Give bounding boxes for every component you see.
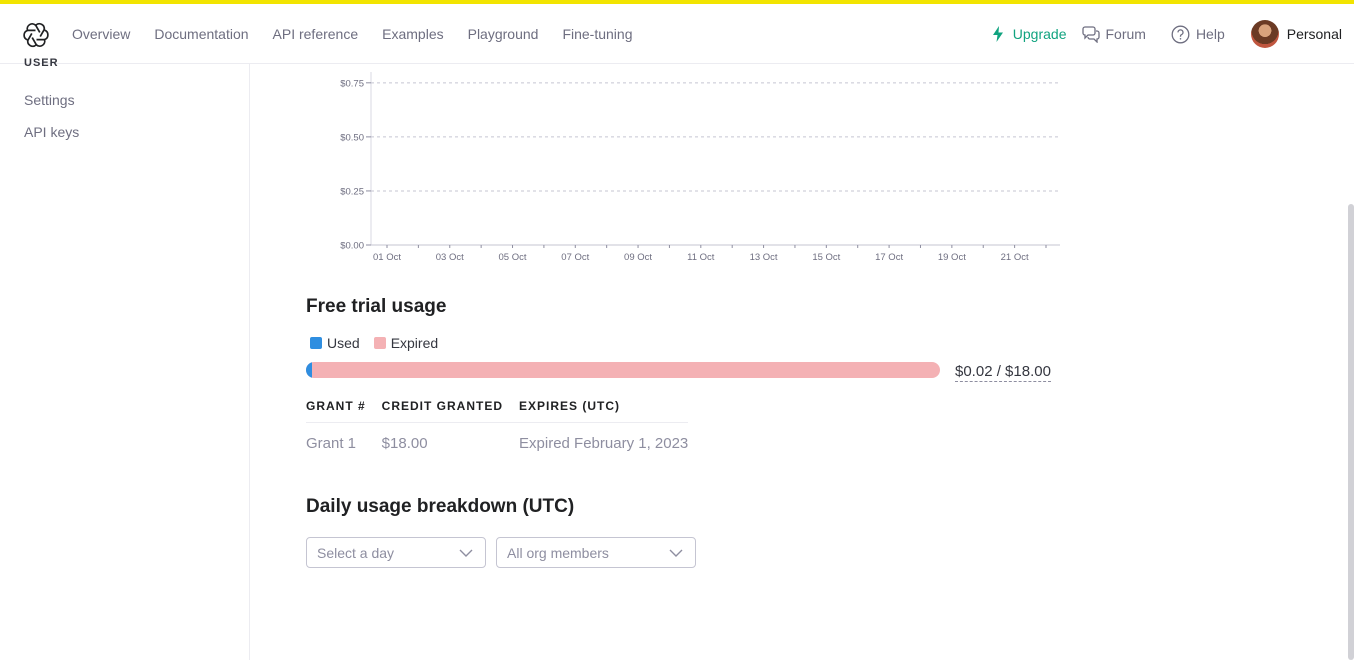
page-scrollbar[interactable] xyxy=(1348,64,1354,660)
sidebar-item-settings[interactable]: Settings xyxy=(24,92,75,108)
x-tick-label: 19 Oct xyxy=(938,252,966,263)
nav-overview[interactable]: Overview xyxy=(72,26,130,42)
sidebar: USER Settings API keys xyxy=(0,58,250,660)
legend-used-swatch xyxy=(310,337,322,349)
forum-link[interactable]: Forum xyxy=(1080,24,1146,44)
y-tick-label: $0.75 xyxy=(340,78,364,89)
top-navigation: Overview Documentation API reference Exa… xyxy=(0,4,1354,64)
grant-number-cell: Grant 1 xyxy=(306,434,357,452)
expires-header: EXPIRES (UTC) xyxy=(519,398,689,423)
expires-cell: Expired February 1, 2023 xyxy=(519,434,689,452)
usage-legend: Used Expired xyxy=(310,335,452,351)
legend-used: Used xyxy=(310,335,360,351)
credit-granted-header: CREDIT GRANTED xyxy=(381,398,520,423)
y-tick-label: $0.25 xyxy=(340,186,364,197)
usage-chart: $0.00 $0.25 $0.50 $0.75 01 Oct 03 Oct 05 Oct 07… xyxy=(330,72,1070,272)
nav-actions: Upgrade Forum Help Personal xyxy=(988,4,1342,64)
legend-expired-label: Expired xyxy=(390,335,439,351)
grants-header-row: GRANT # CREDIT GRANTED EXPIRES (UTC) xyxy=(306,398,689,423)
nav-playground[interactable]: Playground xyxy=(468,26,539,42)
grant-number-header: GRANT # xyxy=(306,398,382,423)
sidebar-heading-user: USER xyxy=(24,58,59,69)
chevron-down-icon xyxy=(669,546,683,560)
nav-fine-tuning[interactable]: Fine-tuning xyxy=(562,26,632,42)
avatar xyxy=(1250,20,1279,48)
credit-used-fill xyxy=(306,362,312,378)
credit-total-label[interactable]: $0.02 / $18.00 xyxy=(955,362,1051,382)
members-select[interactable]: All org members xyxy=(496,537,696,568)
x-tick-label: 03 Oct xyxy=(436,252,464,263)
upgrade-link[interactable]: Upgrade xyxy=(988,24,1067,44)
day-select-value: Select a day xyxy=(317,544,395,561)
daily-usage-title: Daily usage breakdown (UTC) xyxy=(306,496,575,517)
x-tick-label: 09 Oct xyxy=(624,252,652,263)
credit-granted-cell: $18.00 xyxy=(381,434,428,452)
grants-table: GRANT # CREDIT GRANTED EXPIRES (UTC) Gra… xyxy=(306,398,689,452)
usage-chart-svg: $0.00 $0.25 $0.50 $0.75 01 Oct 03 Oct 05 Oct 07… xyxy=(340,72,1060,263)
lightning-icon xyxy=(988,24,1008,44)
x-tick-label: 15 Oct xyxy=(812,252,840,263)
legend-used-label: Used xyxy=(327,335,360,351)
y-tick-label: $0.50 xyxy=(340,132,364,143)
scrollbar-thumb[interactable] xyxy=(1348,204,1354,660)
question-circle-icon xyxy=(1171,24,1191,44)
nav-api-reference[interactable]: API reference xyxy=(273,26,359,42)
help-label: Help xyxy=(1195,26,1225,42)
account-label: Personal xyxy=(1286,26,1342,42)
chat-bubbles-icon xyxy=(1080,24,1100,44)
x-tick-label: 07 Oct xyxy=(561,252,589,263)
account-menu[interactable]: Personal xyxy=(1250,20,1342,48)
primary-nav: Overview Documentation API reference Exa… xyxy=(72,4,632,64)
openai-logo-icon[interactable] xyxy=(22,21,50,49)
upgrade-label: Upgrade xyxy=(1012,26,1067,42)
x-tick-label: 17 Oct xyxy=(875,252,903,263)
x-tick-label: 13 Oct xyxy=(750,252,778,263)
nav-documentation[interactable]: Documentation xyxy=(154,26,248,42)
x-tick-label: 11 Oct xyxy=(687,252,715,263)
x-tick-label: 21 Oct xyxy=(1001,252,1029,263)
forum-label: Forum xyxy=(1105,26,1146,42)
credit-usage-bar xyxy=(306,362,940,378)
sidebar-item-api-keys[interactable]: API keys xyxy=(24,124,79,140)
legend-expired-swatch xyxy=(373,337,386,349)
table-row: Grant 1 $18.00 Expired February 1, 2023 xyxy=(306,422,688,452)
x-tick-label: 05 Oct xyxy=(499,252,527,263)
help-link[interactable]: Help xyxy=(1171,24,1225,44)
nav-examples[interactable]: Examples xyxy=(382,26,443,42)
members-select-value: All org members xyxy=(507,544,609,561)
day-select[interactable]: Select a day xyxy=(306,537,486,568)
free-trial-title: Free trial usage xyxy=(306,296,447,317)
y-tick-label: $0.00 xyxy=(340,241,364,252)
chevron-down-icon xyxy=(459,546,473,560)
legend-expired: Expired xyxy=(373,335,439,351)
x-tick-label: 01 Oct xyxy=(373,252,401,263)
